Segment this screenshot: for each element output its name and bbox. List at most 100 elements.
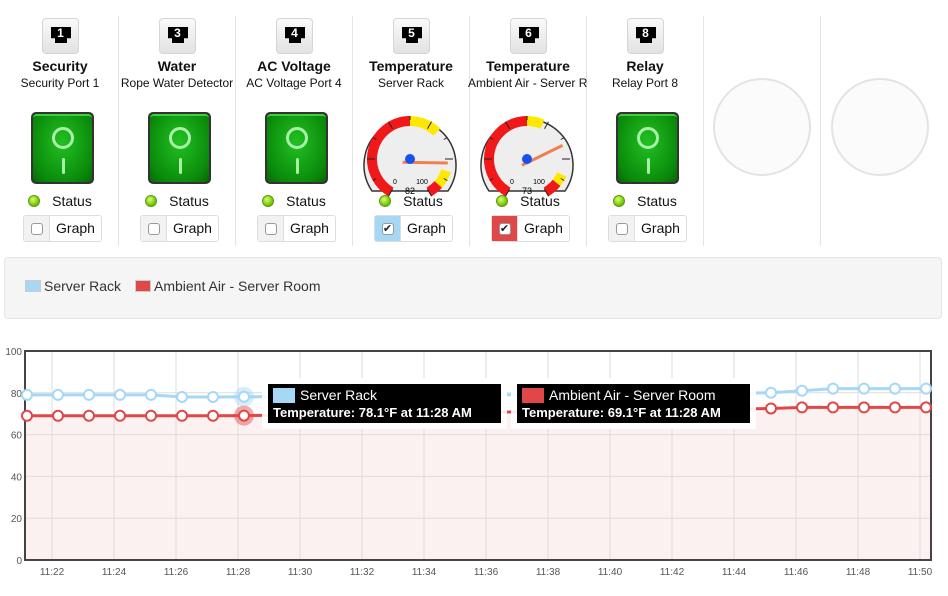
device-title: Security bbox=[32, 58, 88, 74]
data-point[interactable] bbox=[920, 382, 932, 395]
tooltip-series: Ambient Air - Server Room bbox=[549, 387, 716, 403]
port-icon: 1 bbox=[42, 18, 79, 54]
graph-checkbox[interactable]: ✔ bbox=[375, 216, 401, 241]
data-point[interactable] bbox=[145, 388, 157, 401]
toggle-switch[interactable] bbox=[265, 112, 328, 184]
legend-swatch bbox=[25, 280, 41, 292]
switch-face bbox=[33, 114, 92, 182]
power-on-icon bbox=[647, 158, 650, 174]
graph-toggle[interactable]: Graph bbox=[257, 215, 336, 242]
data-point[interactable] bbox=[765, 402, 777, 415]
data-point[interactable] bbox=[765, 386, 777, 399]
data-point[interactable] bbox=[52, 388, 64, 401]
graph-label: Graph bbox=[173, 220, 212, 236]
gauge-band bbox=[426, 180, 442, 197]
x-tick-label: 11:42 bbox=[660, 567, 685, 578]
legend-item-server-rack[interactable]: Server Rack bbox=[25, 278, 121, 294]
data-point[interactable] bbox=[920, 401, 932, 414]
graph-toggle[interactable]: ✔ Graph bbox=[374, 215, 453, 242]
legend-item-ambient-air[interactable]: Ambient Air - Server Room bbox=[135, 278, 321, 294]
graph-checkbox[interactable] bbox=[258, 216, 284, 241]
status-led-icon bbox=[28, 195, 41, 207]
toggle-switch[interactable] bbox=[31, 112, 94, 184]
inactive-gauge-icon bbox=[713, 78, 811, 176]
status-label: Status bbox=[403, 193, 443, 209]
x-tick-label: 11:46 bbox=[784, 567, 809, 578]
data-point[interactable] bbox=[114, 409, 126, 422]
gauge-min-label: 0 bbox=[393, 179, 397, 186]
data-point[interactable] bbox=[114, 388, 126, 401]
graph-checkbox[interactable] bbox=[24, 216, 50, 241]
data-point[interactable] bbox=[238, 390, 250, 403]
device-temperature: 6 Temperature Ambient Air - Server Room … bbox=[468, 16, 588, 246]
data-point[interactable] bbox=[176, 409, 188, 422]
graph-label: Graph bbox=[290, 220, 329, 236]
tooltip-swatch bbox=[522, 387, 544, 403]
data-point[interactable] bbox=[827, 401, 839, 414]
device-title: Water bbox=[157, 58, 197, 74]
port-icon: 6 bbox=[510, 18, 547, 54]
data-point[interactable] bbox=[83, 388, 95, 401]
data-point[interactable] bbox=[145, 409, 157, 422]
data-point[interactable] bbox=[52, 409, 64, 422]
device-title: Temperature bbox=[486, 58, 570, 74]
port-number: 5 bbox=[408, 26, 415, 40]
graph-toggle[interactable]: Graph bbox=[23, 215, 102, 242]
data-point[interactable] bbox=[796, 384, 808, 397]
status-label: Status bbox=[52, 193, 92, 209]
graph-checkbox[interactable] bbox=[609, 216, 635, 241]
port-number: 3 bbox=[174, 26, 181, 40]
data-point[interactable] bbox=[858, 382, 870, 395]
port-number: 6 bbox=[525, 26, 532, 40]
data-point[interactable] bbox=[238, 409, 250, 422]
gauge-hub bbox=[522, 154, 532, 164]
tooltip-text: Temperature: 69.1°F at 11:28 AM bbox=[522, 405, 721, 420]
data-point[interactable] bbox=[207, 409, 219, 422]
chart-legend: Server Rack Ambient Air - Server Room bbox=[4, 257, 942, 319]
empty-gauge-slot bbox=[821, 16, 938, 246]
graph-label: Graph bbox=[641, 220, 680, 236]
data-point[interactable] bbox=[176, 390, 188, 403]
switch-face bbox=[618, 114, 677, 182]
status-label: Status bbox=[169, 193, 209, 209]
legend-label: Ambient Air - Server Room bbox=[154, 278, 321, 294]
graph-checkbox[interactable] bbox=[141, 216, 167, 241]
device-subtitle: Server Rack bbox=[377, 76, 445, 90]
data-point[interactable] bbox=[889, 382, 901, 395]
device-title: Temperature bbox=[369, 58, 453, 74]
x-tick-label: 11:26 bbox=[164, 567, 189, 578]
tooltip-server-rack: Server Rack Temperature: 78.1°F at 11:28… bbox=[268, 384, 501, 423]
toggle-switch[interactable] bbox=[616, 112, 679, 184]
gauge-max-label: 100 bbox=[416, 179, 428, 186]
device-subtitle: AC Voltage Port 4 bbox=[246, 76, 342, 90]
graph-checkbox[interactable]: ✔ bbox=[492, 216, 518, 241]
data-point[interactable] bbox=[207, 390, 219, 403]
gauge: 0 10082 bbox=[363, 116, 457, 197]
graph-label: Graph bbox=[56, 220, 95, 236]
data-point[interactable] bbox=[21, 409, 33, 422]
tooltip-series: Server Rack bbox=[300, 387, 378, 403]
y-tick-label: 100 bbox=[5, 347, 22, 358]
status-led-icon bbox=[613, 195, 626, 207]
inactive-gauge-icon bbox=[831, 78, 929, 176]
data-point[interactable] bbox=[889, 401, 901, 414]
toggle-switch[interactable] bbox=[148, 112, 211, 184]
data-point[interactable] bbox=[796, 401, 808, 414]
x-tick-label: 11:48 bbox=[846, 567, 871, 578]
data-point[interactable] bbox=[83, 409, 95, 422]
tooltip-swatch bbox=[273, 387, 295, 403]
legend-swatch bbox=[135, 280, 151, 292]
x-tick-label: 11:28 bbox=[226, 567, 251, 578]
y-tick-label: 0 bbox=[16, 556, 22, 567]
data-point[interactable] bbox=[827, 382, 839, 395]
graph-toggle[interactable]: ✔ Graph bbox=[491, 215, 570, 242]
gauge-max-label: 100 bbox=[533, 179, 545, 186]
graph-toggle[interactable]: Graph bbox=[140, 215, 219, 242]
graph-toggle[interactable]: Graph bbox=[608, 215, 687, 242]
power-on-icon bbox=[62, 158, 65, 174]
port-number: 1 bbox=[57, 26, 64, 40]
data-point[interactable] bbox=[21, 388, 33, 401]
x-tick-label: 11:44 bbox=[722, 567, 747, 578]
data-point[interactable] bbox=[858, 401, 870, 414]
checkbox-icon bbox=[615, 222, 628, 235]
